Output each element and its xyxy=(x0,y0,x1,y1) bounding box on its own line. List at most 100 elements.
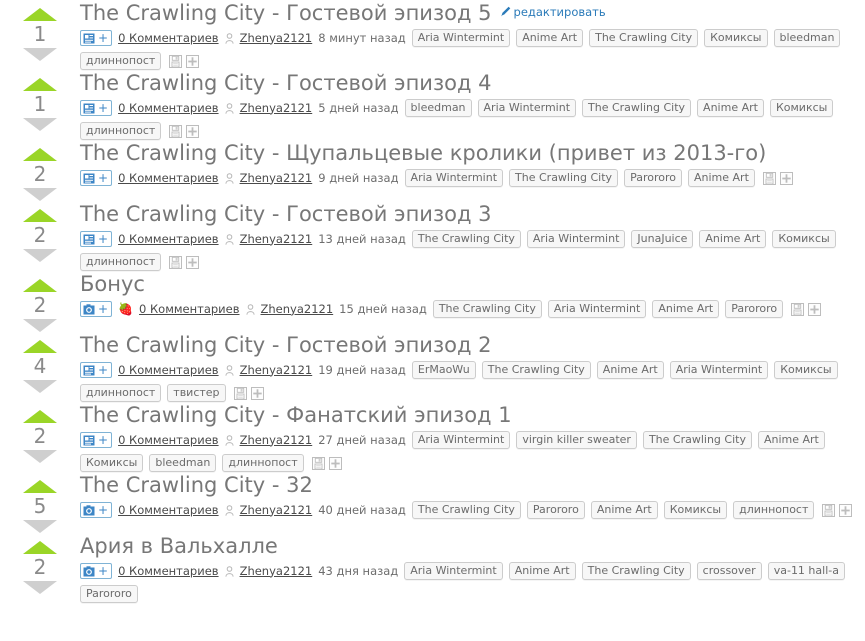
tag[interactable]: Aria Wintermint xyxy=(411,431,511,449)
tag[interactable]: Anime Art xyxy=(652,300,720,318)
tag[interactable]: Aria Wintermint xyxy=(669,361,769,379)
story-title[interactable]: The Crawling City - Гостевой эпизод 2 xyxy=(80,332,492,358)
tag[interactable]: Anime Art xyxy=(757,431,825,449)
tag[interactable]: Anime Art xyxy=(516,29,584,47)
comments-link[interactable]: 0 Комментариев xyxy=(118,433,219,448)
upvote-button[interactable] xyxy=(23,148,57,161)
comments-link[interactable]: 0 Комментариев xyxy=(118,564,219,579)
save-icon[interactable] xyxy=(233,386,247,400)
tag[interactable]: Anime Art xyxy=(699,230,767,248)
downvote-button[interactable] xyxy=(23,520,57,533)
downvote-button[interactable] xyxy=(23,319,57,332)
tag[interactable]: Parororo xyxy=(80,585,138,603)
upvote-button[interactable] xyxy=(23,541,57,554)
author-link[interactable]: Zhenya2121 xyxy=(240,171,313,186)
tag[interactable]: Anime Art xyxy=(697,99,764,117)
tag[interactable]: Aria Wintermint xyxy=(477,99,577,117)
comments-link[interactable]: 0 Комментариев xyxy=(118,363,219,378)
story-title[interactable]: The Crawling City - Гостевой эпизод 3 xyxy=(80,201,492,227)
add-to-collection-icon[interactable] xyxy=(808,302,822,316)
downvote-button[interactable] xyxy=(23,581,57,594)
post-type-badge[interactable]: + xyxy=(80,30,113,46)
story-title[interactable]: The Crawling City - Фанатский эпизод 1 xyxy=(80,402,512,428)
tag[interactable]: JunaJuice xyxy=(631,230,694,248)
post-type-badge[interactable]: + xyxy=(80,502,113,518)
save-icon[interactable] xyxy=(169,124,183,138)
downvote-button[interactable] xyxy=(23,188,57,201)
upvote-button[interactable] xyxy=(23,78,57,91)
tag[interactable]: bleedman xyxy=(773,29,841,47)
add-to-collection-icon[interactable] xyxy=(779,171,793,185)
comments-link[interactable]: 0 Комментариев xyxy=(118,171,219,186)
post-type-badge[interactable]: + xyxy=(80,432,113,448)
tag[interactable]: твистер xyxy=(167,384,226,402)
story-title[interactable]: The Crawling City - Гостевой эпизод 5 xyxy=(80,0,492,26)
tag[interactable]: Parororo xyxy=(725,300,784,318)
post-type-badge[interactable]: + xyxy=(80,362,113,378)
post-type-badge[interactable]: + xyxy=(80,100,113,116)
tag[interactable]: Комиксы xyxy=(80,454,144,472)
downvote-button[interactable] xyxy=(23,118,57,131)
tag[interactable]: bleedman xyxy=(404,99,472,117)
tag[interactable]: virgin killer sweater xyxy=(516,431,637,449)
tag[interactable]: va-11 hall-a xyxy=(767,562,845,580)
add-to-collection-icon[interactable] xyxy=(186,124,200,138)
tag[interactable]: Aria Wintermint xyxy=(547,300,647,318)
post-type-badge[interactable]: + xyxy=(80,563,113,579)
tag[interactable]: Aria Wintermint xyxy=(411,29,511,47)
comments-link[interactable]: 0 Комментариев xyxy=(118,31,219,46)
comments-link[interactable]: 0 Комментариев xyxy=(118,101,219,116)
author-link[interactable]: Zhenya2121 xyxy=(261,302,334,317)
save-icon[interactable] xyxy=(311,456,325,470)
tag[interactable]: The Crawling City xyxy=(589,29,699,47)
tag[interactable]: The Crawling City xyxy=(582,99,692,117)
upvote-button[interactable] xyxy=(23,279,57,292)
story-title[interactable]: Бонус xyxy=(80,271,145,297)
tag[interactable]: ErMaoWu xyxy=(411,361,476,379)
upvote-button[interactable] xyxy=(23,480,57,493)
story-title[interactable]: The Crawling City - Гостевой эпизод 4 xyxy=(80,70,492,96)
author-link[interactable]: Zhenya2121 xyxy=(240,564,313,579)
save-icon[interactable] xyxy=(169,255,183,269)
tag[interactable]: Anime Art xyxy=(687,169,755,187)
tag[interactable]: The Crawling City xyxy=(411,501,521,519)
tag[interactable]: Комиксы xyxy=(774,361,838,379)
upvote-button[interactable] xyxy=(23,340,57,353)
tag[interactable]: Комиксы xyxy=(772,230,836,248)
author-link[interactable]: Zhenya2121 xyxy=(240,31,313,46)
author-link[interactable]: Zhenya2121 xyxy=(240,101,313,116)
tag[interactable]: crossover xyxy=(696,562,762,580)
downvote-button[interactable] xyxy=(23,450,57,463)
tag[interactable]: The Crawling City xyxy=(509,169,619,187)
author-link[interactable]: Zhenya2121 xyxy=(240,503,313,518)
tag[interactable]: длиннопост xyxy=(80,52,162,70)
tag[interactable]: Parororo xyxy=(526,501,585,519)
tag[interactable]: Комиксы xyxy=(663,501,728,519)
tag[interactable]: The Crawling City xyxy=(432,300,542,318)
author-link[interactable]: Zhenya2121 xyxy=(240,363,313,378)
story-title[interactable]: The Crawling City - Щупальцевые кролики … xyxy=(80,140,766,166)
tag[interactable]: длиннопост xyxy=(80,384,162,402)
comments-link[interactable]: 0 Комментариев xyxy=(139,302,240,317)
tag[interactable]: Anime Art xyxy=(590,501,658,519)
tag[interactable]: Aria Wintermint xyxy=(526,230,626,248)
tag[interactable]: bleedman xyxy=(149,454,217,472)
add-to-collection-icon[interactable] xyxy=(186,255,200,269)
tag[interactable]: The Crawling City xyxy=(481,361,591,379)
tag[interactable]: длиннопост xyxy=(80,122,162,140)
tag[interactable]: длиннопост xyxy=(733,501,815,519)
tag[interactable]: Aria Wintermint xyxy=(404,562,503,580)
post-type-badge[interactable]: + xyxy=(80,170,113,186)
post-type-badge[interactable]: + xyxy=(80,301,113,317)
save-icon[interactable] xyxy=(762,171,776,185)
tag[interactable]: длиннопост xyxy=(222,454,304,472)
add-to-collection-icon[interactable] xyxy=(839,503,853,517)
post-type-badge[interactable]: + xyxy=(80,231,113,247)
author-link[interactable]: Zhenya2121 xyxy=(240,433,313,448)
upvote-button[interactable] xyxy=(23,8,57,21)
story-title[interactable]: The Crawling City - 32 xyxy=(80,472,313,498)
downvote-button[interactable] xyxy=(23,48,57,61)
upvote-button[interactable] xyxy=(23,410,57,423)
tag[interactable]: The Crawling City xyxy=(642,431,752,449)
save-icon[interactable] xyxy=(822,503,836,517)
